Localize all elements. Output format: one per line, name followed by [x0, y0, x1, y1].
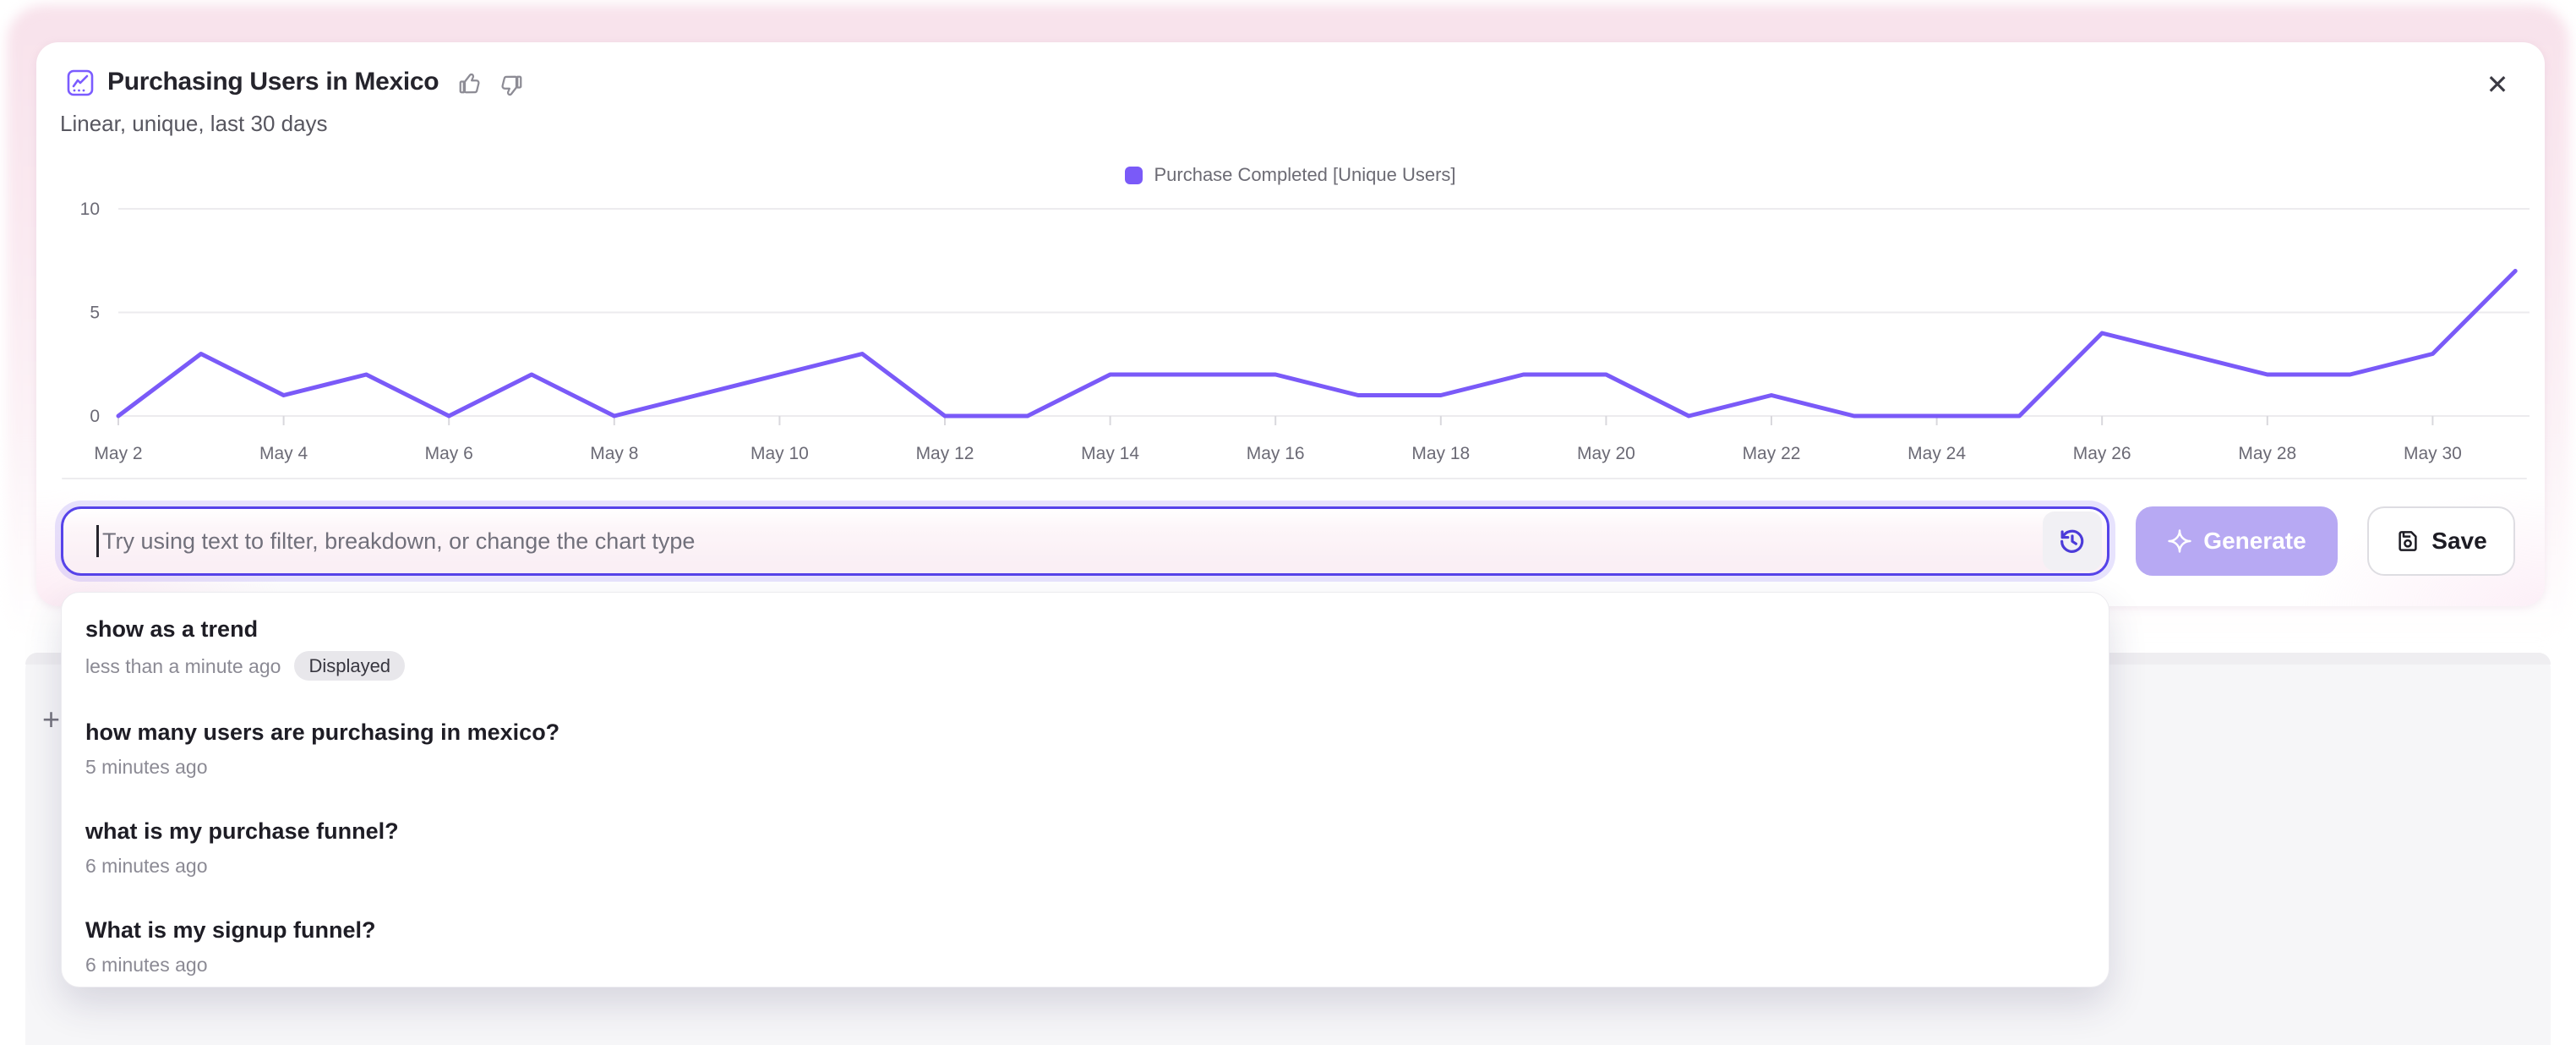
ai-prompt-input[interactable] — [61, 506, 2109, 576]
svg-text:May 2: May 2 — [94, 444, 142, 463]
svg-text:5: 5 — [90, 304, 100, 323]
svg-text:10: 10 — [80, 200, 100, 219]
history-item[interactable]: What is my signup funnel? 6 minutes ago — [85, 916, 2085, 977]
svg-text:May 6: May 6 — [425, 444, 473, 463]
thumbs-up-button[interactable] — [457, 70, 483, 96]
svg-text:May 28: May 28 — [2238, 444, 2296, 463]
svg-text:May 14: May 14 — [1081, 444, 1139, 463]
close-icon[interactable]: ✕ — [2479, 66, 2516, 103]
history-item-title: what is my purchase funnel? — [85, 817, 2085, 845]
history-item-time: less than a minute ago — [85, 654, 281, 679]
add-row-button[interactable]: + — [42, 702, 60, 737]
history-item[interactable]: how many users are purchasing in mexico?… — [85, 718, 2085, 780]
chart-card: 0 5 10 May 2 May 4 May 6 May 8 May 10 May 12 May … — [36, 42, 2545, 606]
history-item-time: 6 minutes ago — [85, 853, 207, 878]
history-icon — [2056, 525, 2088, 557]
legend-swatch — [1125, 167, 1143, 184]
thumbs-down-button[interactable] — [499, 74, 524, 99]
chart-legend: Purchase Completed [Unique Users] — [36, 164, 2545, 186]
page: + 0 5 10 May 2 May 4 May 6 May 8 May 10 May 12 Ma… — [0, 0, 2576, 1045]
generate-label: Generate — [2203, 528, 2306, 555]
svg-text:May 8: May 8 — [590, 444, 638, 463]
svg-text:0: 0 — [90, 407, 100, 426]
legend-label: Purchase Completed [Unique Users] — [1154, 164, 1455, 186]
svg-text:May 10: May 10 — [750, 444, 809, 463]
chart-bottom-divider — [62, 478, 2527, 479]
prompt-history-dropdown: show as a trend less than a minute ago D… — [61, 592, 2109, 988]
svg-text:May 20: May 20 — [1577, 444, 1635, 463]
history-button[interactable] — [2043, 512, 2102, 571]
svg-text:May 18: May 18 — [1411, 444, 1470, 463]
history-item-title: show as a trend — [85, 615, 2085, 643]
status-badge: Displayed — [294, 651, 405, 681]
page-title: Purchasing Users in Mexico — [107, 68, 439, 96]
history-item-time: 5 minutes ago — [85, 754, 207, 780]
history-item[interactable]: show as a trend less than a minute ago D… — [85, 615, 2085, 681]
ai-prompt-wrap — [61, 506, 2109, 576]
save-label: Save — [2431, 528, 2486, 555]
svg-text:May 26: May 26 — [2073, 444, 2131, 463]
history-item-time: 6 minutes ago — [85, 952, 207, 977]
insights-chart-icon — [67, 69, 94, 96]
svg-text:May 22: May 22 — [1743, 444, 1801, 463]
svg-text:May 4: May 4 — [259, 444, 308, 463]
svg-text:May 30: May 30 — [2404, 444, 2462, 463]
svg-text:May 24: May 24 — [1907, 444, 1966, 463]
generate-button[interactable]: Generate — [2136, 506, 2338, 576]
history-item-title: What is my signup funnel? — [85, 916, 2085, 944]
chart-subtitle: Linear, unique, last 30 days — [60, 111, 328, 137]
history-item-title: how many users are purchasing in mexico? — [85, 718, 2085, 747]
save-icon — [2395, 528, 2420, 554]
text-caret — [96, 525, 99, 557]
history-item[interactable]: what is my purchase funnel? 6 minutes ag… — [85, 817, 2085, 878]
svg-text:May 16: May 16 — [1247, 444, 1305, 463]
save-button[interactable]: Save — [2367, 506, 2515, 576]
sparkle-icon — [2167, 528, 2192, 554]
svg-text:May 12: May 12 — [916, 444, 974, 463]
